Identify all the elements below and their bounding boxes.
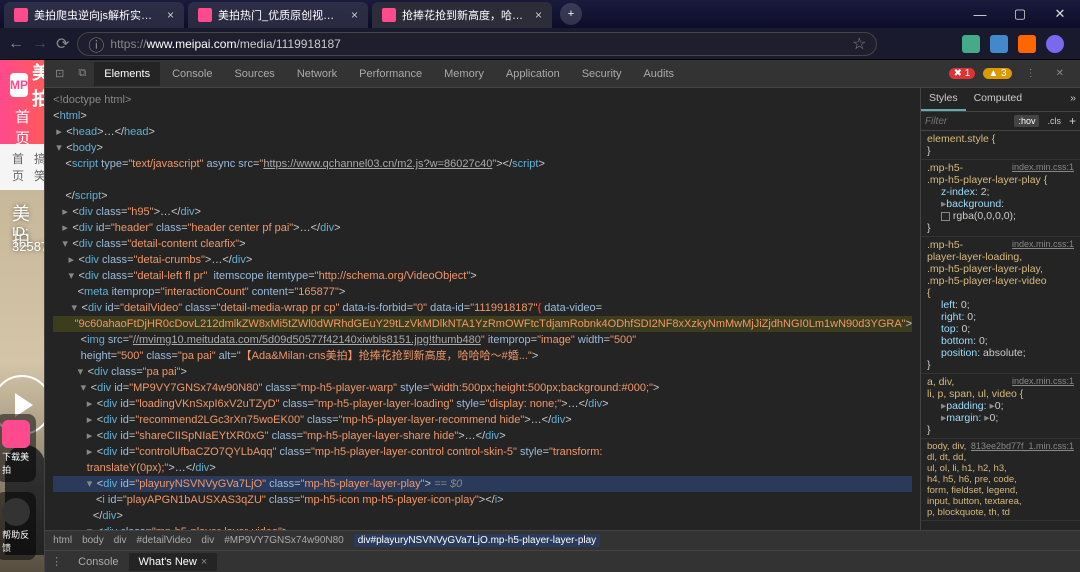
tab-elements[interactable]: Elements xyxy=(94,62,160,86)
styles-panel: Styles Computed » :hov .cls + element.st… xyxy=(920,88,1080,530)
close-window-button[interactable]: ✕ xyxy=(1040,0,1080,28)
logo-icon: MP xyxy=(10,73,28,97)
drawer-tabs: ⋮ Console What's New× xyxy=(45,550,1080,572)
tab-audits[interactable]: Audits xyxy=(633,62,684,86)
page-content: MP 美拍 网页版 搜索 首页 热门 直播 搞笑 首页 搞笑 美拍 ID: 32… xyxy=(0,60,44,572)
favicon xyxy=(14,8,28,22)
close-icon[interactable]: × xyxy=(167,8,174,22)
tab-sources[interactable]: Sources xyxy=(224,62,284,86)
more-icon[interactable]: » xyxy=(1066,88,1080,111)
add-rule-button[interactable]: + xyxy=(1069,114,1076,128)
logo-text: 美拍 xyxy=(32,60,44,111)
reload-button[interactable]: ⟳ xyxy=(56,34,69,54)
dom-breadcrumb[interactable]: html body div #detailVideo div #MP9VY7GN… xyxy=(45,530,1080,550)
tab-memory[interactable]: Memory xyxy=(434,62,494,86)
styles-tab[interactable]: Styles xyxy=(921,88,966,111)
devtools-tabs: ⊡ ⧉ Elements Console Sources Network Per… xyxy=(45,60,1080,88)
tab-performance[interactable]: Performance xyxy=(349,62,432,86)
close-icon[interactable]: × xyxy=(351,8,358,22)
drawer-console[interactable]: Console xyxy=(68,553,128,571)
tab-application[interactable]: Application xyxy=(496,62,570,86)
video-player[interactable]: 美拍 ID: 32587364 下载美拍 帮助反馈 xyxy=(0,190,44,572)
forward-button[interactable]: → xyxy=(32,35,48,53)
tab-title: 美拍热门_优质原创视频 - 美拍... xyxy=(218,7,341,23)
inspect-icon[interactable]: ⊡ xyxy=(49,67,70,80)
help-button[interactable]: 帮助反馈 xyxy=(0,492,36,560)
star-icon[interactable]: ☆ xyxy=(852,34,866,54)
site-logo[interactable]: MP 美拍 xyxy=(10,60,44,111)
url-input[interactable]: ⓘ https://www.meipai.com/media/111991818… xyxy=(77,32,877,56)
back-button[interactable]: ← xyxy=(8,35,24,53)
window-titlebar: 美拍爬虫逆向js解析实战 - 无名... × 美拍热门_优质原创视频 - 美拍.… xyxy=(0,0,1080,28)
extension-icon[interactable] xyxy=(1018,35,1036,53)
style-rule[interactable]: element.style { } xyxy=(921,131,1080,160)
tab-console[interactable]: Console xyxy=(162,62,222,86)
breadcrumb: 首页 搞笑 xyxy=(0,144,44,190)
computed-tab[interactable]: Computed xyxy=(966,88,1030,111)
devtools-panel: ⊡ ⧉ Elements Console Sources Network Per… xyxy=(44,60,1080,572)
favicon xyxy=(198,8,212,22)
maximize-button[interactable]: ▢ xyxy=(1000,0,1040,28)
warning-badge[interactable]: ▲ 3 xyxy=(983,68,1011,79)
close-icon[interactable]: × xyxy=(535,8,542,22)
drawer-whatsnew[interactable]: What's New× xyxy=(129,553,218,571)
site-header: MP 美拍 网页版 搜索 xyxy=(0,60,44,110)
style-rule[interactable]: index.min.css:1.mp-h5- .mp-h5-player-lay… xyxy=(921,160,1080,237)
download-app-button[interactable]: 下载美拍 xyxy=(0,414,36,482)
qq-icon xyxy=(2,498,30,526)
label: 下载美拍 xyxy=(2,450,30,476)
crumb-home[interactable]: 首页 xyxy=(12,150,24,184)
filter-input[interactable] xyxy=(925,116,975,127)
video-id: ID: 32587364 xyxy=(12,224,44,254)
close-icon[interactable]: ✕ xyxy=(1050,68,1070,79)
tab-title: 美拍爬虫逆向js解析实战 - 无名... xyxy=(34,7,157,23)
url-text: https://www.meipai.com/media/1119918187 xyxy=(110,37,340,51)
hov-toggle[interactable]: :hov xyxy=(1014,115,1039,127)
browser-tab[interactable]: 美拍热门_优质原创视频 - 美拍... × xyxy=(188,2,368,28)
browser-tab-active[interactable]: 抢捧花抢到新高度，哈哈哈～#... × xyxy=(372,2,552,28)
extension-icon[interactable] xyxy=(962,35,980,53)
settings-icon[interactable]: ⋮ xyxy=(1020,68,1042,79)
device-icon[interactable]: ⧉ xyxy=(72,67,92,80)
favicon xyxy=(382,8,396,22)
site-nav: 首页 热门 直播 搞笑 xyxy=(0,110,44,144)
label: 帮助反馈 xyxy=(2,528,30,554)
cls-toggle[interactable]: .cls xyxy=(1043,115,1065,127)
profile-avatar[interactable] xyxy=(1046,35,1064,53)
tab-title: 抢捧花抢到新高度，哈哈哈～#... xyxy=(402,7,525,23)
tab-network[interactable]: Network xyxy=(287,62,347,86)
tab-security[interactable]: Security xyxy=(572,62,632,86)
app-icon xyxy=(2,420,30,448)
browser-tab[interactable]: 美拍爬虫逆向js解析实战 - 无名... × xyxy=(4,2,184,28)
dom-tree[interactable]: <!doctype html> <html> <head>…</head> <b… xyxy=(45,88,920,530)
extension-icons xyxy=(962,35,1072,53)
nav-home[interactable]: 首页 xyxy=(15,106,30,148)
new-tab-button[interactable]: + xyxy=(560,3,582,25)
style-rule[interactable]: index.min.css:1 a, div, li, p, span, ul,… xyxy=(921,374,1080,439)
address-bar: ← → ⟳ ⓘ https://www.meipai.com/media/111… xyxy=(0,28,1080,60)
style-rule[interactable]: 813ee2bd77f_1.min.css:1 body, div, dl, d… xyxy=(921,439,1080,521)
style-rule[interactable]: index.min.css:1.mp-h5- player-layer-load… xyxy=(921,237,1080,374)
crumb-category[interactable]: 搞笑 xyxy=(34,150,44,184)
drawer-menu-icon[interactable]: ⋮ xyxy=(45,555,68,568)
error-badge[interactable]: ✖ 1 xyxy=(949,68,976,79)
extension-icon[interactable] xyxy=(990,35,1008,53)
minimize-button[interactable]: — xyxy=(960,0,1000,28)
info-icon: ⓘ xyxy=(88,32,104,56)
